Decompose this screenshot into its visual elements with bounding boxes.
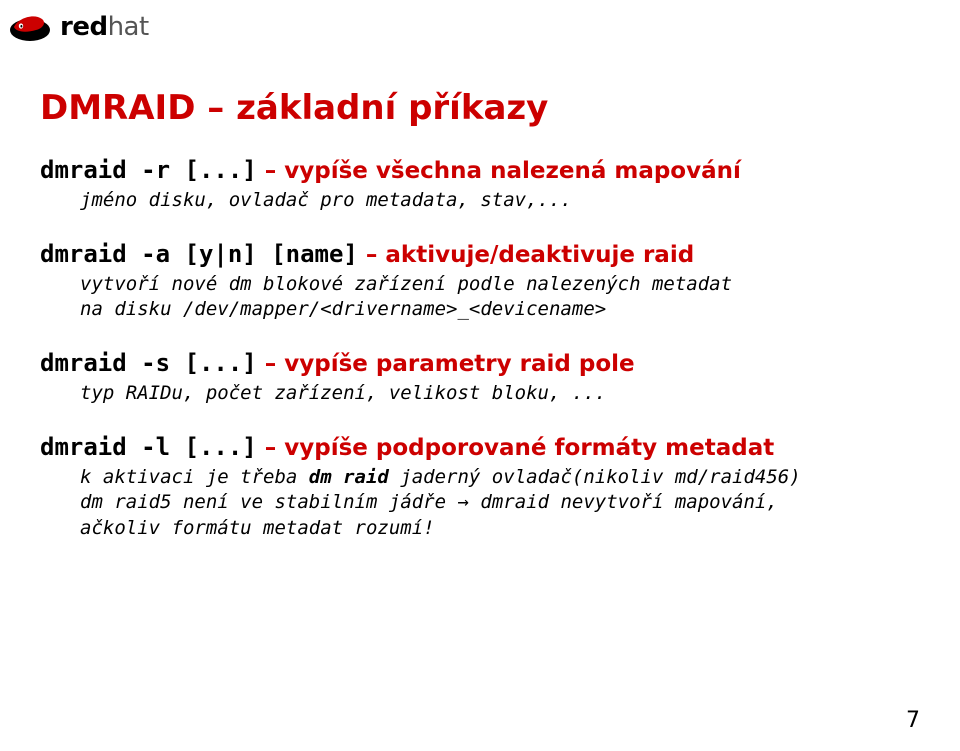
cmd-desc: – vypíše všechna nalezená mapování [257, 158, 741, 184]
cmd-text: dmraid -a [y|n] [name] [40, 240, 358, 268]
page-number: 7 [906, 708, 920, 733]
cmd-text: dmraid -s [...] [40, 349, 257, 377]
cmd-text: dmraid -l [...] [40, 433, 257, 461]
cmd-detail: jméno disku, ovladač pro metadata, stav,… [80, 188, 920, 214]
cmd-text: dmraid -r [...] [40, 156, 257, 184]
detail-line: vytvoří nové dm blokové zařízení podle n… [80, 273, 732, 295]
brand-text-red: red [60, 12, 108, 42]
detail-line3: ačkoliv formátu metadat rozumí! [80, 517, 435, 539]
brand-text-hat: hat [108, 12, 149, 42]
detail-line: na disku /dev/mapper/<drivername>_<devic… [80, 298, 606, 320]
detail-bold: dm raid [309, 466, 389, 488]
detail-mid: jaderný ovladač(nikoliv md/raid456) [389, 466, 801, 488]
page-title: DMRAID – základní příkazy [40, 88, 920, 128]
redhat-icon [8, 10, 52, 44]
brand-text: redhat [60, 12, 149, 42]
cmd-block-a: dmraid -a [y|n] [name] – aktivuje/deakti… [40, 240, 920, 323]
detail-line2b: dmraid nevytvoří mapování, [469, 491, 778, 513]
cmd-block-r: dmraid -r [...] – vypíše všechna nalezen… [40, 156, 920, 214]
cmd-detail: typ RAIDu, počet zařízení, velikost blok… [80, 381, 920, 407]
cmd-block-l: dmraid -l [...] – vypíše podporované for… [40, 433, 920, 542]
cmd-block-s: dmraid -s [...] – vypíše parametry raid … [40, 349, 920, 407]
cmd-desc: – aktivuje/deaktivuje raid [358, 242, 694, 268]
brand-logo: redhat [8, 10, 149, 44]
cmd-detail: k aktivaci je třeba dm raid jaderný ovla… [80, 465, 920, 542]
cmd-detail: vytvoří nové dm blokové zařízení podle n… [80, 272, 920, 323]
cmd-desc: – vypíše parametry raid pole [257, 351, 635, 377]
detail-pre: k aktivaci je třeba [80, 466, 309, 488]
cmd-desc: – vypíše podporované formáty metadat [257, 435, 774, 461]
arrow-icon: → [458, 491, 469, 513]
detail-line2a: dm raid5 není ve stabilním jádře [80, 491, 458, 513]
